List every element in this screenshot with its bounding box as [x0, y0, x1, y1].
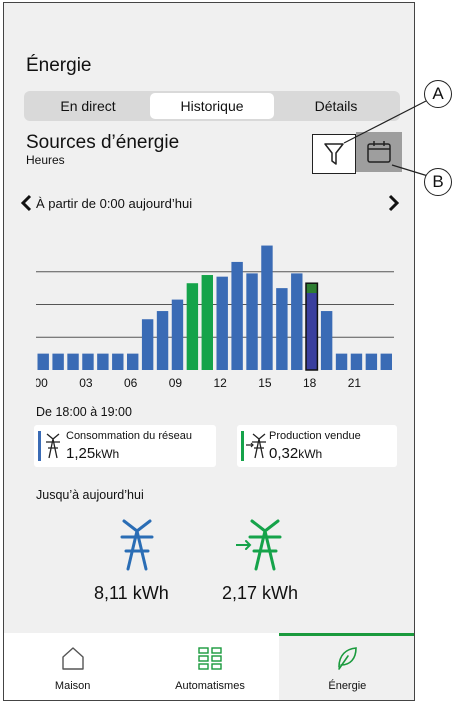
callout-a: A — [424, 80, 452, 108]
callout-b: B — [424, 168, 452, 196]
callout-lines — [343, 100, 429, 177]
